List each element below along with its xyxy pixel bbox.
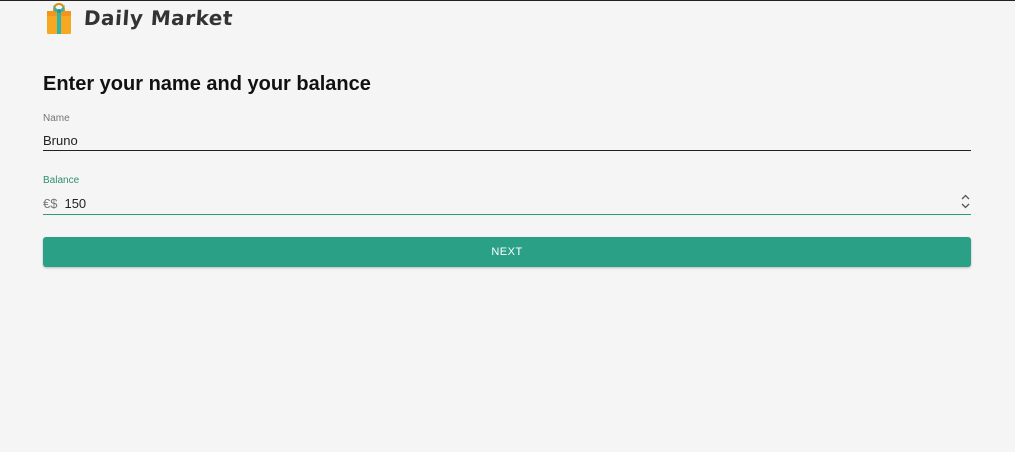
chevron-down-icon[interactable]: [961, 203, 970, 209]
header: Daily Market: [44, 1, 234, 35]
balance-input-value[interactable]: 150: [64, 192, 960, 211]
name-input-value[interactable]: Bruno: [43, 129, 971, 148]
balance-field[interactable]: Balance €$ 150: [43, 175, 971, 215]
balance-field-label: Balance: [43, 175, 80, 186]
name-input[interactable]: Bruno: [43, 127, 971, 151]
app-title: Daily Market: [83, 6, 234, 30]
name-field-label: Name: [43, 113, 70, 124]
chevron-up-icon[interactable]: [961, 194, 970, 200]
next-button[interactable]: NEXT: [43, 237, 971, 267]
form-title: Enter your name and your balance: [43, 73, 371, 95]
number-stepper[interactable]: [960, 193, 970, 211]
name-field[interactable]: Name Bruno: [43, 113, 971, 151]
balance-input[interactable]: €$ 150: [43, 189, 971, 215]
page: Daily Market Enter your name and your ba…: [0, 0, 1015, 452]
currency-prefix: €$: [43, 196, 58, 211]
shopping-bag-icon: [44, 2, 74, 34]
